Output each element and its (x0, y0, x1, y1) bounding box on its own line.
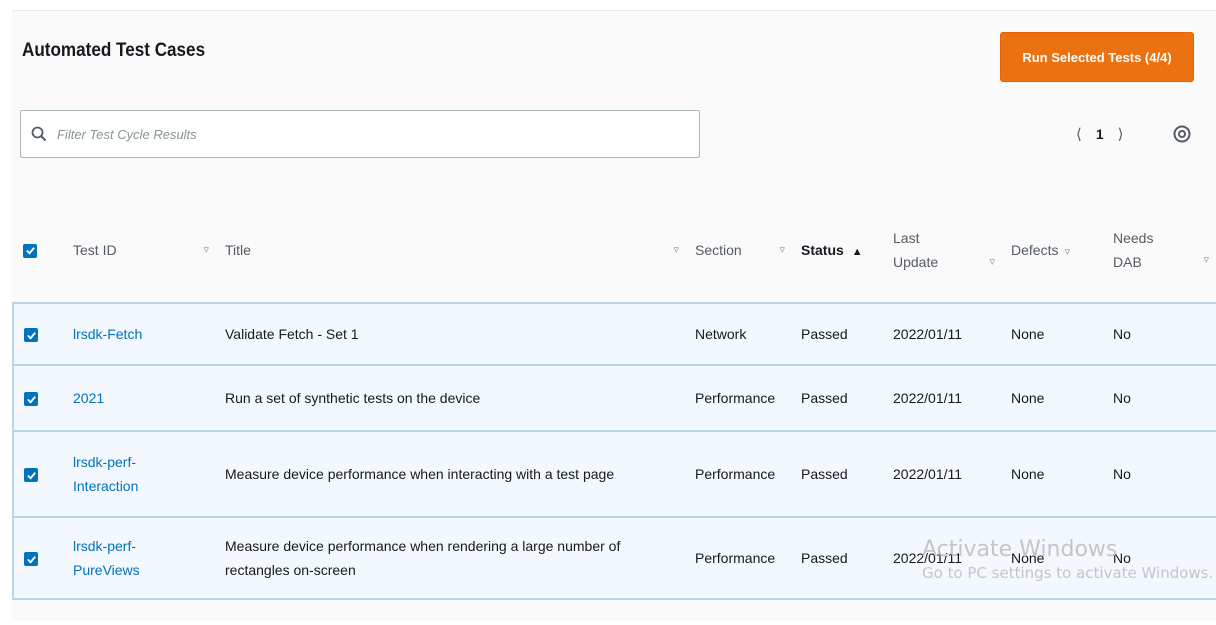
select-all-checkbox[interactable] (23, 243, 37, 258)
test-last-update: 2022/01/11 (893, 466, 963, 482)
test-last-update: 2022/01/11 (893, 326, 963, 342)
checkmark-icon (25, 247, 35, 255)
row-checkbox[interactable] (24, 468, 38, 483)
run-selected-tests-button[interactable]: Run Selected Tests (4/4) (1000, 32, 1194, 82)
row-select-cell (12, 365, 65, 431)
column-label: Test ID (73, 241, 117, 258)
test-id-line: PureViews (73, 562, 140, 578)
filter-icon[interactable]: ▿ (673, 243, 679, 256)
column-label: Status (801, 241, 844, 258)
column-header-title[interactable]: Title ▿ (217, 197, 687, 303)
checkmark-icon (26, 471, 36, 480)
column-header-section[interactable]: Section ▿ (687, 197, 793, 303)
test-cases-table: Test ID ▿ Title ▿ Section ▿ Status ▲ Last Up… (12, 197, 1216, 600)
filter-icon[interactable]: ▿ (1064, 246, 1070, 258)
test-title: Validate Fetch - Set 1 (225, 326, 359, 342)
checkmark-icon (26, 331, 36, 340)
test-title: Measure device performance when interact… (225, 466, 615, 482)
row-checkbox[interactable] (24, 552, 38, 567)
filter-icon[interactable]: ▿ (203, 243, 209, 256)
row-select-cell (12, 431, 65, 517)
test-section: Performance (695, 466, 776, 482)
test-status: Passed (801, 390, 848, 406)
test-needs-dab: No (1113, 326, 1131, 342)
test-needs-dab: No (1113, 390, 1131, 406)
test-last-update: 2022/01/11 (893, 390, 963, 406)
test-defects: None (1011, 390, 1045, 406)
column-header-test-id[interactable]: Test ID ▿ (65, 197, 217, 303)
test-id-line: lrsdk-perf- (73, 538, 137, 554)
table-row[interactable]: 2021 Run a set of synthetic tests on the… (12, 365, 1216, 431)
test-title: Run a set of synthetic tests on the devi… (225, 390, 481, 406)
search-icon (31, 126, 47, 142)
column-header-needs-dab[interactable]: Needs DAB ▿ (1105, 197, 1216, 303)
filter-icon[interactable]: ▿ (1203, 253, 1209, 266)
filter-icon[interactable]: ▿ (779, 243, 785, 256)
test-status: Passed (801, 326, 848, 342)
test-needs-dab: No (1113, 550, 1131, 566)
search-field[interactable] (20, 110, 700, 158)
next-page-button[interactable]: ⟩ (1118, 125, 1124, 143)
table-row[interactable]: lrsdk-Fetch Validate Fetch - Set 1 Netwo… (12, 303, 1216, 365)
column-label: Defects (1011, 241, 1059, 258)
search-input[interactable] (55, 125, 699, 143)
table-header-row: Test ID ▿ Title ▿ Section ▿ Status ▲ Last Up… (13, 197, 1216, 303)
sort-ascending-icon: ▲ (851, 245, 863, 258)
gear-icon[interactable] (1172, 124, 1192, 144)
test-section: Performance (695, 390, 776, 406)
test-status: Passed (801, 550, 848, 566)
table-row[interactable]: lrsdk-perf- PureViews Measure device perf… (12, 517, 1216, 599)
row-checkbox[interactable] (24, 328, 38, 343)
test-last-update: 2022/01/11 (893, 550, 963, 566)
row-select-cell (12, 303, 65, 365)
column-label: Update (893, 253, 939, 270)
column-label: Needs (1113, 229, 1154, 246)
column-header-last-update[interactable]: Last Update ▿ (885, 197, 1003, 303)
current-page-number[interactable]: 1 (1096, 126, 1104, 142)
test-id-link[interactable]: 2021 (65, 365, 217, 431)
column-label: Title (225, 241, 251, 258)
select-all-header (13, 197, 65, 303)
test-title-line: Measure device performance when renderin… (225, 538, 621, 554)
row-checkbox[interactable] (24, 392, 38, 407)
page-title: Automated Test Cases (22, 40, 206, 61)
test-defects: None (1011, 466, 1045, 482)
test-id-line: lrsdk-perf- (73, 454, 137, 470)
test-id-link[interactable]: lrsdk-perf- PureViews (65, 517, 217, 599)
previous-page-button[interactable]: ⟨ (1076, 125, 1082, 143)
test-status: Passed (801, 466, 848, 482)
column-label: Last (893, 229, 920, 246)
pagination: ⟨ 1 ⟩ (1076, 122, 1124, 146)
column-label: DAB (1113, 253, 1142, 270)
checkmark-icon (26, 555, 36, 564)
test-title-line: rectangles on-screen (225, 562, 356, 578)
table-row[interactable]: lrsdk-perf- Interaction Measure device pe… (12, 431, 1216, 517)
filter-icon[interactable]: ▿ (989, 255, 995, 268)
column-label: Section (695, 241, 742, 258)
column-header-status[interactable]: Status ▲ (793, 197, 885, 303)
column-header-defects[interactable]: Defects ▿ (1003, 197, 1105, 303)
test-defects: None (1011, 550, 1045, 566)
test-id-line: Interaction (73, 478, 139, 494)
test-id-link[interactable]: lrsdk-perf- Interaction (65, 431, 217, 517)
test-section: Performance (695, 550, 776, 566)
test-defects: None (1011, 326, 1045, 342)
test-id-link[interactable]: lrsdk-Fetch (65, 303, 217, 365)
test-needs-dab: No (1113, 466, 1131, 482)
test-section: Network (695, 326, 747, 342)
test-title: Measure device performance when renderin… (217, 517, 687, 599)
row-select-cell (12, 517, 65, 599)
checkmark-icon (26, 395, 36, 404)
